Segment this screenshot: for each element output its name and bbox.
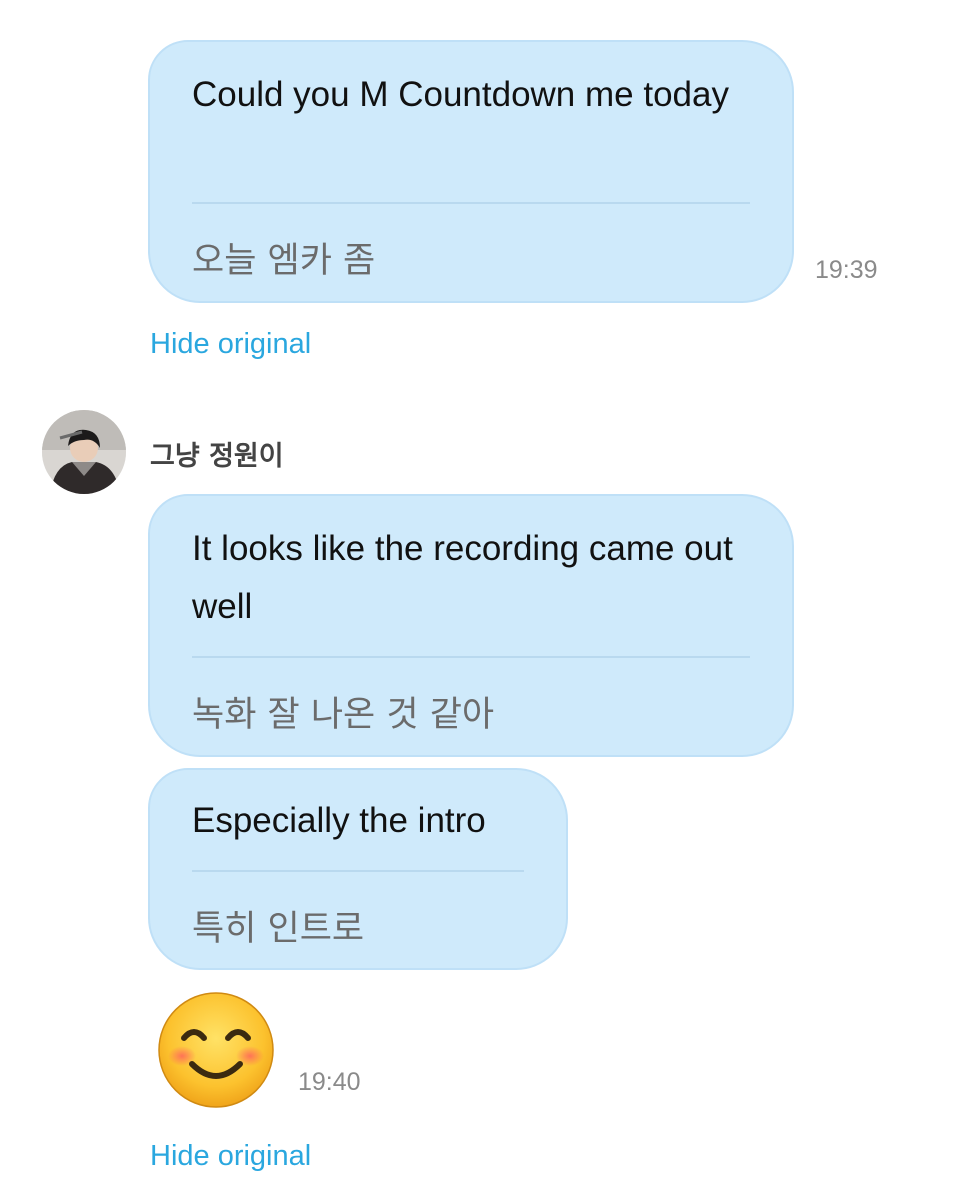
avatar[interactable] (42, 410, 126, 494)
avatar-photo (42, 410, 126, 494)
hide-original-link[interactable]: Hide original (150, 1140, 311, 1173)
divider (192, 656, 750, 658)
smiling-face-icon (158, 992, 274, 1108)
message-bubble[interactable]: Could you M Countdown me today 오늘 엠카 좀 (148, 40, 794, 303)
original-text: 녹화 잘 나온 것 같아 (192, 695, 495, 735)
original-text: 오늘 엠카 좀 (192, 241, 376, 281)
timestamp: 19:40 (298, 1068, 361, 1096)
translated-text: It looks like the recording came out wel… (192, 529, 733, 626)
translated-text: Especially the intro (192, 801, 486, 840)
divider (192, 870, 524, 872)
timestamp: 19:39 (815, 256, 878, 284)
divider (192, 202, 750, 204)
hide-original-link[interactable]: Hide original (150, 328, 311, 361)
translated-text: Could you M Countdown me today (192, 75, 729, 114)
smiling-face-emoji (156, 990, 276, 1110)
original-text: 특히 인트로 (192, 909, 365, 949)
message-bubble[interactable]: Especially the intro 특히 인트로 (148, 768, 568, 970)
message-bubble[interactable]: It looks like the recording came out wel… (148, 494, 794, 757)
sender-name: 그냥 정원이 (150, 441, 284, 472)
